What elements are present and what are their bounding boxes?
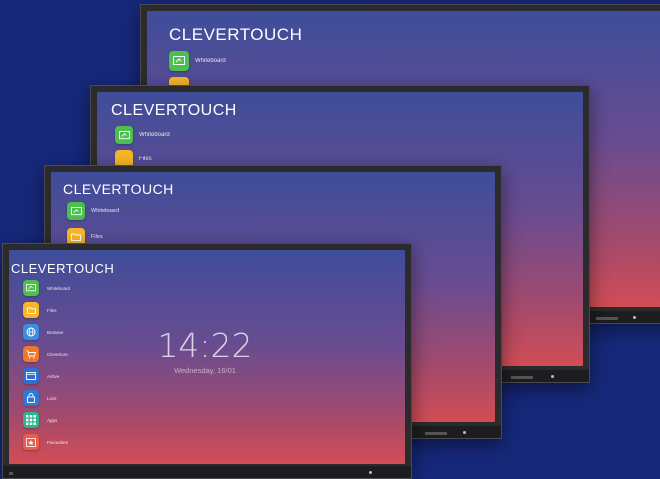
app-lock[interactable]: Lock — [23, 390, 57, 406]
whiteboard-icon — [115, 126, 133, 144]
lock-icon — [23, 390, 39, 406]
bezel-chin — [3, 466, 411, 478]
whiteboard-icon — [169, 51, 189, 71]
app-files[interactable]: Files — [23, 302, 57, 318]
clock-date: Wednesday, 16/01 — [174, 366, 236, 375]
display-screen-front: CLEVERTOUCH Whiteboard Files Browser Cle… — [9, 250, 405, 464]
app-browser[interactable]: Browser — [23, 324, 64, 340]
app-favourites[interactable]: Favourites — [23, 434, 68, 450]
globe-icon — [23, 324, 39, 340]
app-whiteboard[interactable]: Whiteboard — [23, 280, 70, 296]
app-label: Whiteboard — [139, 132, 170, 138]
brand-logo: CLEVERTOUCH — [111, 102, 237, 119]
app-label: Files — [47, 307, 57, 313]
window-icon — [23, 368, 39, 384]
app-whiteboard[interactable]: Whiteboard — [115, 126, 170, 144]
whiteboard-icon — [67, 202, 85, 220]
app-label: Browser — [47, 329, 64, 335]
app-label: Clevertore — [47, 351, 68, 357]
app-label: Favourites — [47, 439, 69, 445]
brand-logo: CLEVERTOUCH — [63, 181, 174, 197]
app-label: Active — [47, 373, 60, 379]
app-whiteboard[interactable]: Whiteboard — [67, 202, 119, 220]
app-label: Lock — [47, 395, 57, 401]
app-apps[interactable]: Apps — [23, 412, 57, 428]
app-label: Files — [139, 156, 152, 162]
star-icon — [23, 434, 39, 450]
app-label: Whiteboard — [195, 58, 226, 64]
cart-icon — [23, 346, 39, 362]
brand-logo: CLEVERTOUCH — [169, 25, 303, 44]
app-label: Files — [91, 234, 103, 240]
grid-icon — [23, 412, 39, 428]
display-panel-front: CLEVERTOUCH Whiteboard Files Browser Cle… — [2, 243, 412, 479]
whiteboard-icon — [23, 280, 39, 296]
brand-logo: CLEVERTOUCH — [11, 261, 115, 276]
app-clevertore[interactable]: Clevertore — [23, 346, 68, 362]
app-whiteboard[interactable]: Whiteboard — [169, 51, 226, 71]
app-label: Whiteboard — [47, 285, 71, 291]
folder-icon — [23, 302, 39, 318]
app-active[interactable]: Active — [23, 368, 59, 384]
app-label: Apps — [47, 417, 58, 423]
clock-time: 14:22 — [157, 326, 253, 365]
app-label: Whiteboard — [91, 208, 120, 214]
